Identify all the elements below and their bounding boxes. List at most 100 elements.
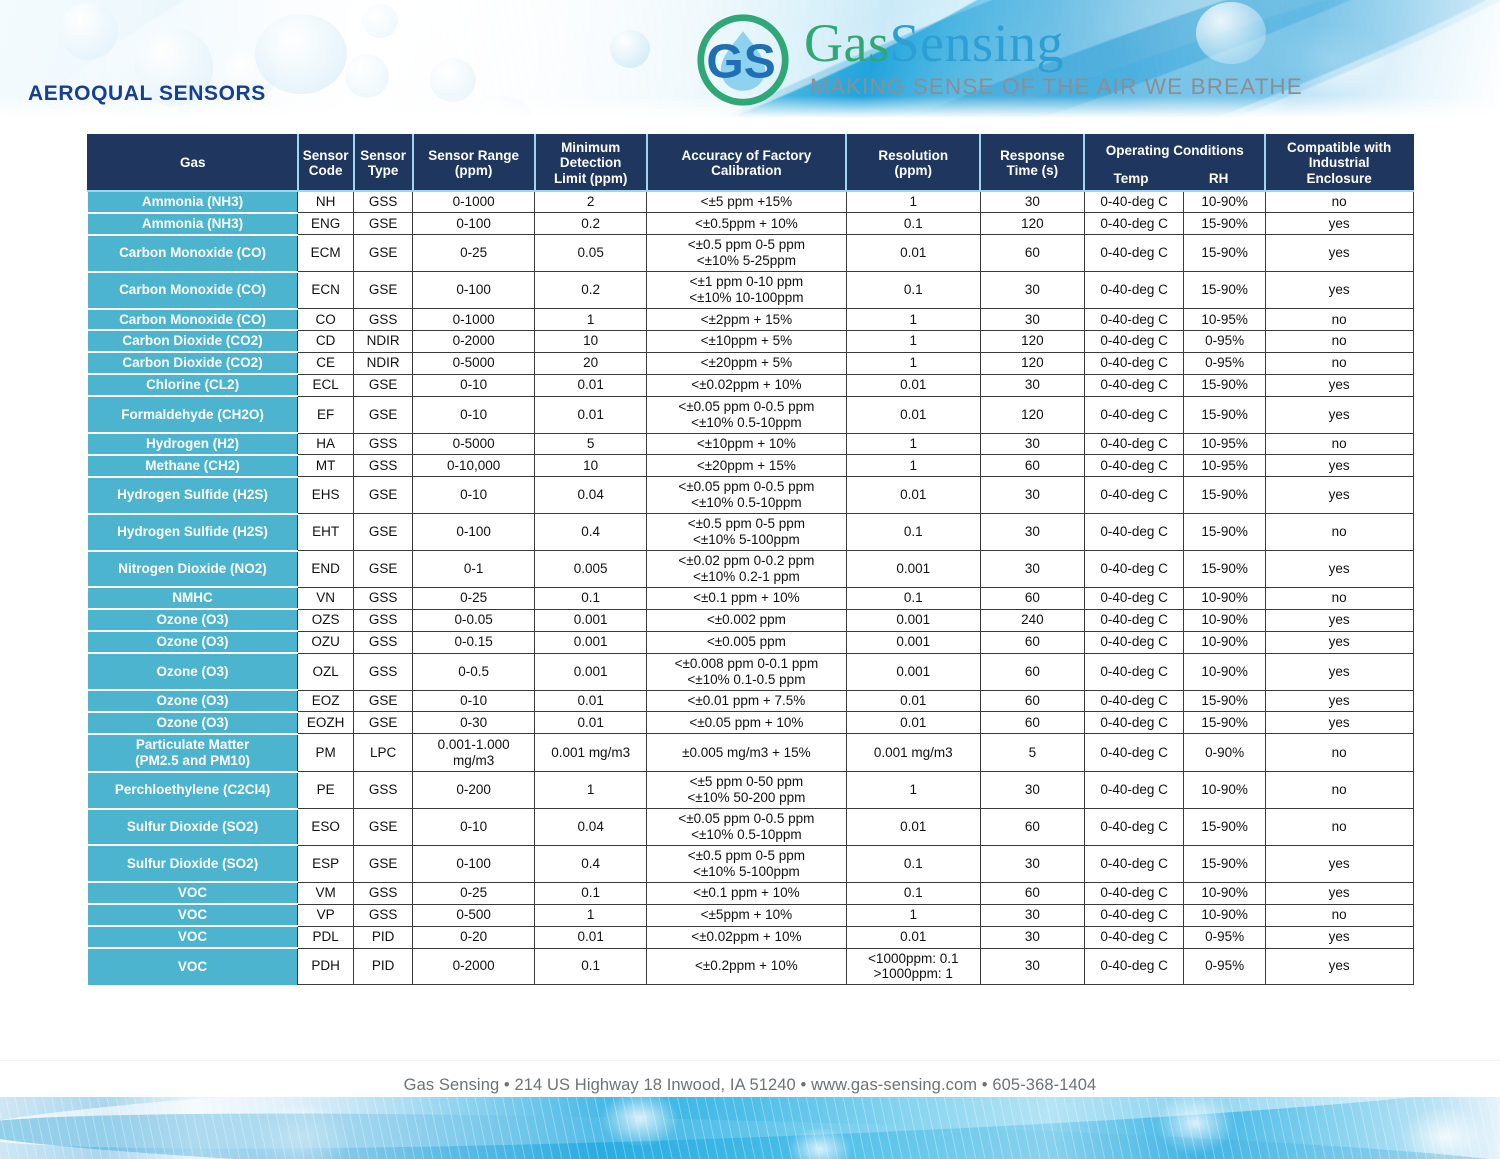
cell-gas: Carbon Monoxide (CO) <box>88 234 298 273</box>
cell-sensor-code: VN <box>297 586 355 610</box>
cell-mdl: 1 <box>534 771 648 810</box>
cell-rh: 10-90% <box>1183 652 1266 691</box>
cell-gas: Hydrogen (H2) <box>88 433 298 456</box>
cell-rh: 10-90% <box>1183 586 1266 610</box>
cell-sensor-code: ECL <box>297 373 355 397</box>
banner-bubble-4 <box>255 14 347 94</box>
cell-response-time: 60 <box>979 586 1085 610</box>
cell-enclosure: no <box>1264 771 1414 810</box>
col-header-response-time: Response Time (s) <box>979 134 1086 192</box>
cell-temp: 0-40-deg C <box>1083 608 1185 632</box>
cell-rh: 10-90% <box>1183 630 1266 654</box>
cell-gas: Methane (CH2) <box>88 454 298 478</box>
cell-sensor-code: ESP <box>297 844 355 883</box>
cell-temp: 0-40-deg C <box>1083 550 1185 588</box>
cell-sensor-range: 0-100 <box>412 844 536 883</box>
cell-sensor-code: MT <box>297 454 355 478</box>
cell-temp: 0-40-deg C <box>1083 808 1185 846</box>
cell-gas: Ammonia (NH3) <box>88 212 298 236</box>
cell-gas: VOC <box>88 948 298 985</box>
col-header-resolution-l1: Resolution <box>878 147 949 163</box>
cell-response-time: 120 <box>979 329 1085 353</box>
cell-enclosure: no <box>1264 903 1414 927</box>
cell-sensor-code: EF <box>297 395 355 434</box>
cell-resolution: 0.01 <box>845 808 981 846</box>
cell-rh: 0-95% <box>1183 947 1266 986</box>
cell-sensor-type: PID <box>353 947 414 986</box>
cell-temp: 0-40-deg C <box>1083 476 1185 515</box>
col-header-mdl-l3: Limit (ppm) <box>553 170 628 186</box>
cell-temp: 0-40-deg C <box>1083 373 1185 397</box>
cell-gas: Carbon Monoxide (CO) <box>88 271 298 310</box>
cell-enclosure: no <box>1264 190 1414 214</box>
cell-sensor-type: GSS <box>353 630 414 654</box>
col-header-gas: Gas <box>87 134 299 192</box>
cell-temp: 0-40-deg C <box>1083 234 1185 273</box>
cell-accuracy: <±0.02ppm + 10% <box>646 925 847 949</box>
table-row: Carbon Monoxide (CO) ECM GSE 0-25 0.05 <±0.5 … <box>88 234 1414 273</box>
cell-sensor-range: 0-100 <box>412 212 536 236</box>
cell-mdl: 0.04 <box>534 808 648 846</box>
cell-resolution: 0.001 <box>845 550 981 588</box>
cell-sensor-type: GSE <box>353 808 414 846</box>
cell-sensor-range: 0-20 <box>412 925 536 949</box>
cell-resolution: 0.01 <box>845 373 981 397</box>
cell-sensor-range: 0-25 <box>412 234 536 273</box>
cell-resolution: 1 <box>845 432 981 456</box>
cell-rh: 0-95% <box>1183 351 1266 375</box>
cell-accuracy: <±5 ppm +15% <box>646 190 847 214</box>
cell-enclosure: yes <box>1264 652 1414 691</box>
cell-sensor-range: 0-10 <box>412 808 536 846</box>
table-row: Sulfur Dioxide (SO2) ESO GSE 0-10 0.04 <±0.05… <box>88 808 1414 847</box>
cell-sensor-range: 0-25 <box>412 881 536 905</box>
cell-enclosure: no <box>1264 432 1414 456</box>
cell-sensor-type: GSS <box>353 652 414 691</box>
cell-sensor-range: 0-2000 <box>412 329 536 353</box>
cell-temp: 0-40-deg C <box>1083 881 1185 905</box>
logo-word-gas: Gas <box>804 13 890 73</box>
cell-enclosure: yes <box>1264 373 1414 397</box>
table-row: Ozone (O3) EOZH GSE 0-30 0.01 <±0.05 ppm + 10… <box>88 711 1414 735</box>
cell-mdl: 10 <box>534 454 648 478</box>
cell-response-time: 120 <box>979 395 1085 434</box>
cell-sensor-type: GSE <box>353 476 414 515</box>
cell-gas: Sulfur Dioxide (SO2) <box>88 845 298 884</box>
table-row: Carbon Monoxide (CO) CO GSS 0-1000 1 <±2ppm +… <box>88 308 1414 332</box>
cell-temp: 0-40-deg C <box>1083 271 1185 310</box>
cell-mdl: 0.01 <box>534 689 648 713</box>
table-row: Hydrogen Sulfide (H2S) EHS GSE 0-10 0.04 <±0.… <box>88 476 1414 515</box>
cell-rh: 10-90% <box>1183 903 1266 927</box>
table-row: Hydrogen (H2) HA GSS 0-5000 5 <±10ppm + 10% 1 3… <box>88 432 1414 456</box>
cell-sensor-range: 0-5000 <box>412 432 536 456</box>
cell-resolution: 1 <box>845 454 981 478</box>
logo-wordmark: GasSensing <box>804 16 1064 70</box>
cell-response-time: 30 <box>979 190 1085 214</box>
table-row: Carbon Monoxide (CO) ECN GSE 0-100 0.2 <±1 pp… <box>88 271 1414 310</box>
col-header-response-l2: Time (s) <box>1006 163 1059 178</box>
cell-response-time: 5 <box>979 733 1085 773</box>
cell-gas: VOC <box>88 926 298 950</box>
cell-gas: NMHC <box>88 587 298 611</box>
gassensing-logo: GS GasSensing MAKING SENSE OF THE AIR WE… <box>694 8 1302 110</box>
col-header-sensor-range-l1: Sensor Range <box>428 147 520 163</box>
cell-sensor-code: CO <box>297 308 355 331</box>
cell-accuracy: <±0.005 ppm <box>646 630 847 654</box>
table-header-row: Gas Sensor Code Sensor Type Sensor Range… <box>87 134 1414 192</box>
cell-resolution: 0.01 <box>845 234 981 273</box>
cell-sensor-range: 0-25 <box>412 586 536 610</box>
cell-rh: 15-90% <box>1183 689 1266 713</box>
cell-enclosure: yes <box>1264 476 1414 515</box>
col-header-sensor-code-l1: Sensor <box>302 147 349 163</box>
cell-accuracy: <±0.05 ppm + 10% <box>646 711 847 735</box>
cell-sensor-type: GSE <box>353 689 414 713</box>
cell-temp: 0-40-deg C <box>1083 947 1185 986</box>
cell-rh: 15-90% <box>1183 513 1266 552</box>
cell-mdl: 0.005 <box>534 550 648 588</box>
cell-sensor-code: PE <box>297 771 355 810</box>
cell-accuracy: <±0.5 ppm 0-5 ppm <±10% 5-25ppm <box>646 234 847 273</box>
cell-sensor-range: 0-1000 <box>412 308 536 331</box>
svg-text:GS: GS <box>706 35 775 88</box>
cell-response-time: 30 <box>979 271 1085 310</box>
cell-temp: 0-40-deg C <box>1083 351 1185 375</box>
cell-sensor-range: 0-500 <box>412 903 536 927</box>
